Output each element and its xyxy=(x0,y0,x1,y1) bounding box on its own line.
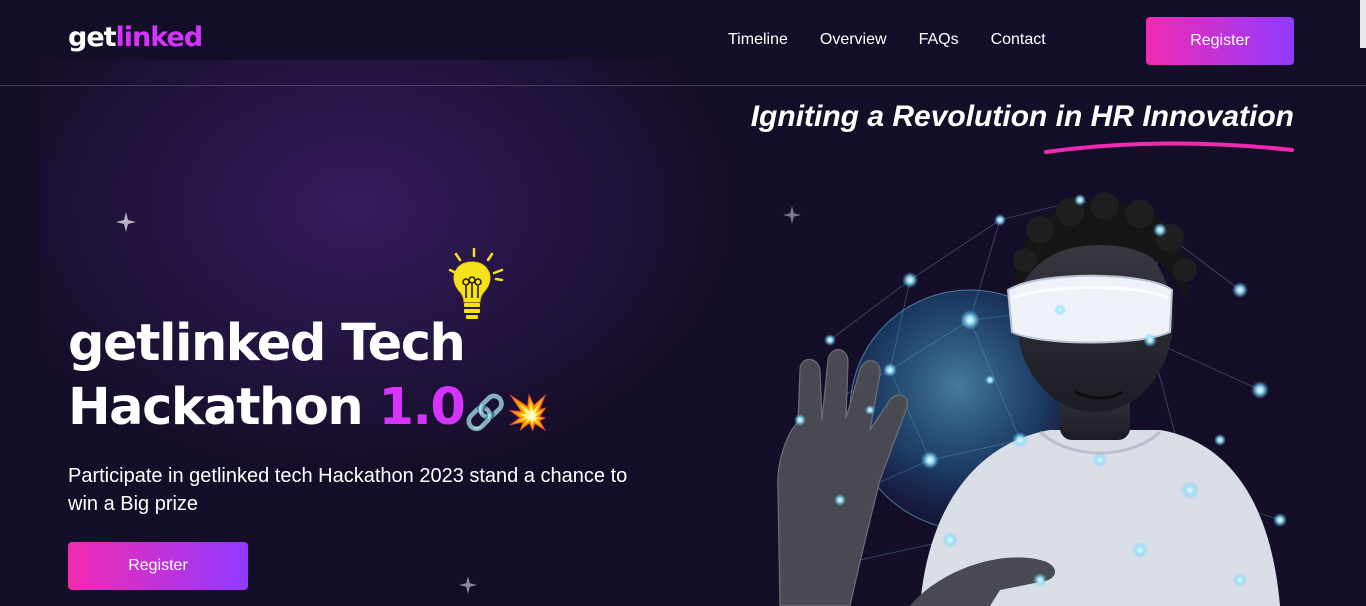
logo-text-linked: linked xyxy=(115,22,204,53)
nav-link-faqs[interactable]: FAQs xyxy=(919,31,959,49)
hero-subtitle: Participate in getlinked tech Hackathon … xyxy=(68,465,628,515)
logo[interactable]: getlinked xyxy=(68,22,204,53)
header-register-button[interactable]: Register xyxy=(1146,17,1294,65)
nav-link-contact[interactable]: Contact xyxy=(991,31,1046,49)
hero-tagline: Igniting a Revolution in HR Innovation xyxy=(750,100,1294,133)
hero-register-button[interactable]: Register xyxy=(68,542,248,590)
tagline-underline xyxy=(1044,141,1294,154)
site-header: getlinked Timeline Overview FAQs Contact… xyxy=(0,0,1366,86)
hero-title-version: 1.0 xyxy=(378,378,465,437)
sparkle-star-icon xyxy=(459,576,477,594)
scrollbar[interactable] xyxy=(1360,0,1366,48)
sparkle-star-icon xyxy=(116,212,136,232)
hero-title: getlinked Tech Hackathon 1.0🔗💥 xyxy=(68,312,549,445)
hero-title-line1: getlinked Tech xyxy=(68,314,466,373)
nav-link-overview[interactable]: Overview xyxy=(820,31,887,49)
hero-image-vr-person xyxy=(777,192,1287,606)
hero-title-hackathon: Hackathon xyxy=(68,378,379,437)
explosion-icon: 💥 xyxy=(506,393,549,433)
nav-link-timeline[interactable]: Timeline xyxy=(728,31,788,49)
main-nav: Timeline Overview FAQs Contact xyxy=(728,31,1046,49)
hero-title-line2: Hackathon 1.0🔗💥 xyxy=(68,376,549,445)
link-chain-icon: 🔗 xyxy=(464,393,507,433)
logo-text-get: get xyxy=(68,22,117,53)
